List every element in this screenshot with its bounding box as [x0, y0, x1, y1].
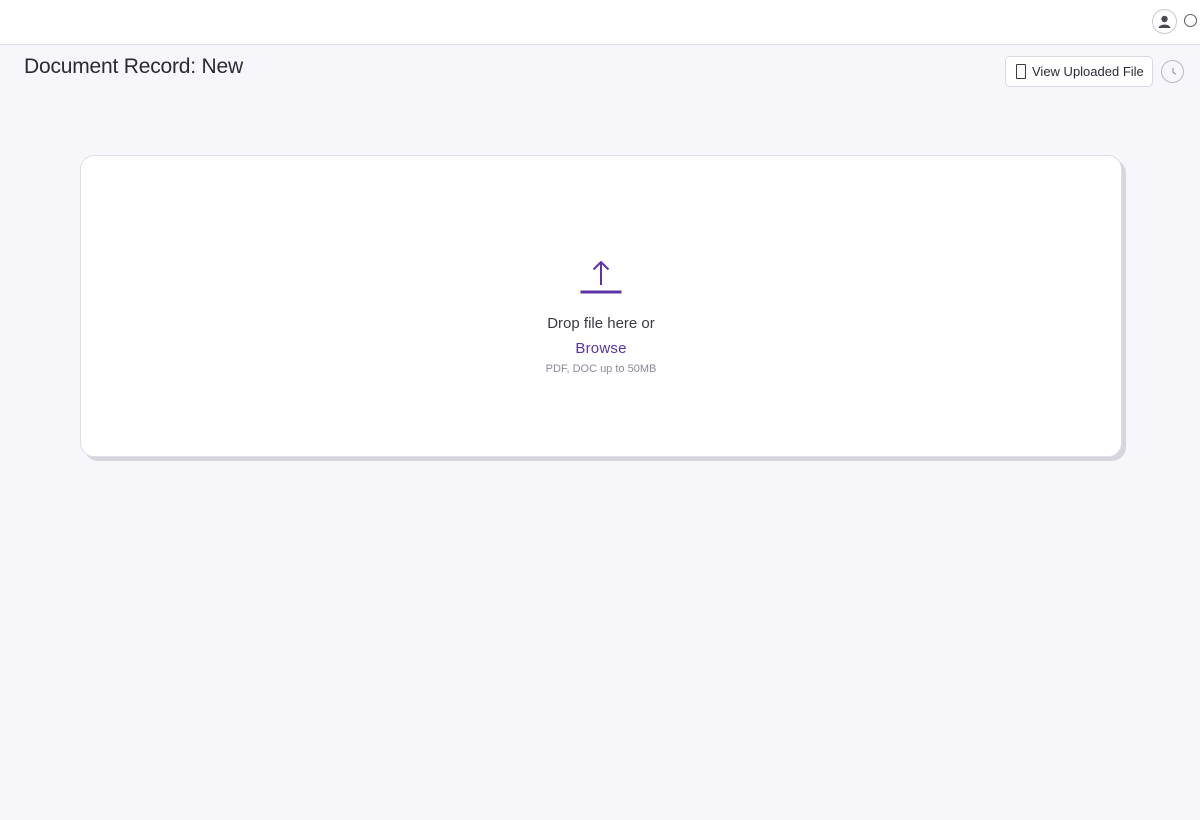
upload-arrow-icon [580, 261, 622, 294]
view-uploaded-file-button[interactable]: View Uploaded File [1005, 56, 1153, 87]
loading-spinner-icon [1184, 14, 1197, 27]
clock-icon [1171, 67, 1176, 75]
document-icon [1016, 64, 1026, 79]
file-dropzone[interactable]: Drop file here or Browse PDF, DOC up to … [80, 155, 1122, 457]
history-button[interactable] [1161, 60, 1184, 83]
file-type-hint: PDF, DOC up to 50MB [545, 363, 657, 375]
user-avatar-icon[interactable] [1152, 9, 1177, 34]
browse-link[interactable]: Browse [575, 340, 626, 357]
drop-instructions: Drop file here or [547, 315, 655, 332]
view-uploaded-file-label: View Uploaded File [1032, 64, 1144, 79]
page-title: Document Record: New [24, 55, 243, 78]
top-bar [0, 0, 1200, 45]
